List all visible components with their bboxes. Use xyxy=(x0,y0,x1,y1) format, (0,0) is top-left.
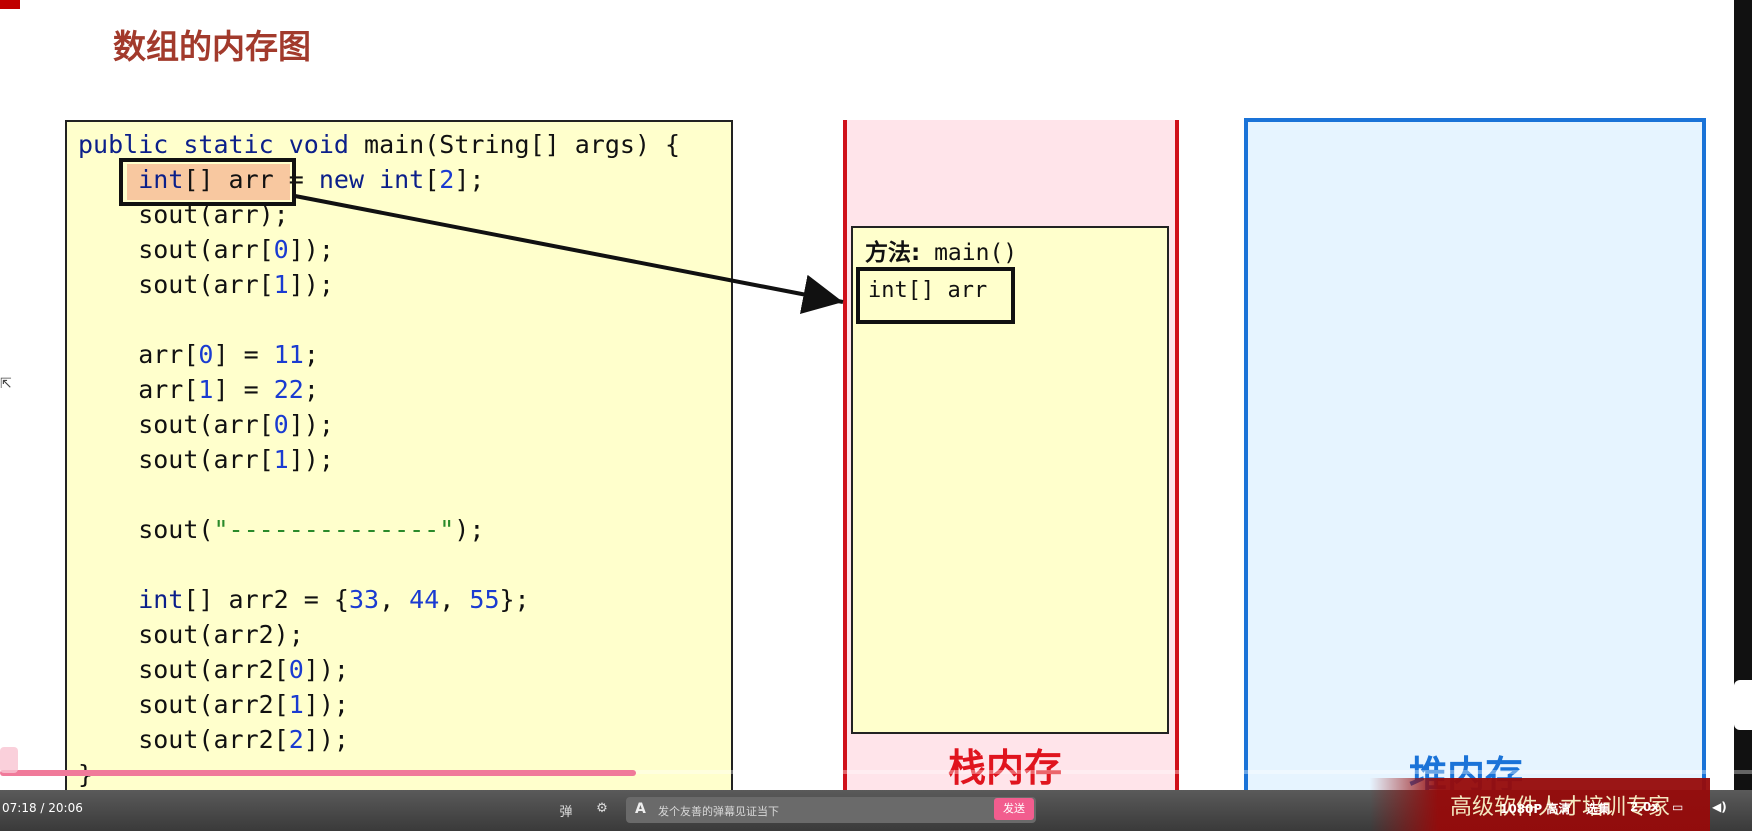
progress-fill xyxy=(0,770,636,776)
text-style-icon[interactable]: A xyxy=(635,801,646,817)
episodes-button[interactable]: 选集 xyxy=(1586,800,1610,817)
playback-time: 07:18 / 20:06 xyxy=(2,801,83,815)
speed-button[interactable]: 2.0x xyxy=(1630,800,1659,814)
quality-button[interactable]: 1080P 高清 xyxy=(1500,800,1570,817)
subtitle-icon[interactable]: ▭ xyxy=(1672,800,1683,814)
mouse-cursor-icon: ⇱ xyxy=(0,376,12,392)
danmaku-input[interactable]: A 发个友善的弹幕见证当下 xyxy=(626,797,1036,823)
danmaku-toggle-icon[interactable]: 弹 xyxy=(556,801,576,820)
side-panel-handle[interactable] xyxy=(1734,680,1752,730)
danmaku-settings-icon[interactable]: ⚙ xyxy=(592,801,612,819)
volume-icon[interactable]: ◀) xyxy=(1712,800,1727,814)
progress-knob-icon[interactable] xyxy=(0,747,18,773)
reference-arrow xyxy=(294,194,844,315)
danmaku-placeholder: 发个友善的弹幕见证当下 xyxy=(658,805,779,818)
send-button[interactable]: 发送 xyxy=(994,798,1034,820)
